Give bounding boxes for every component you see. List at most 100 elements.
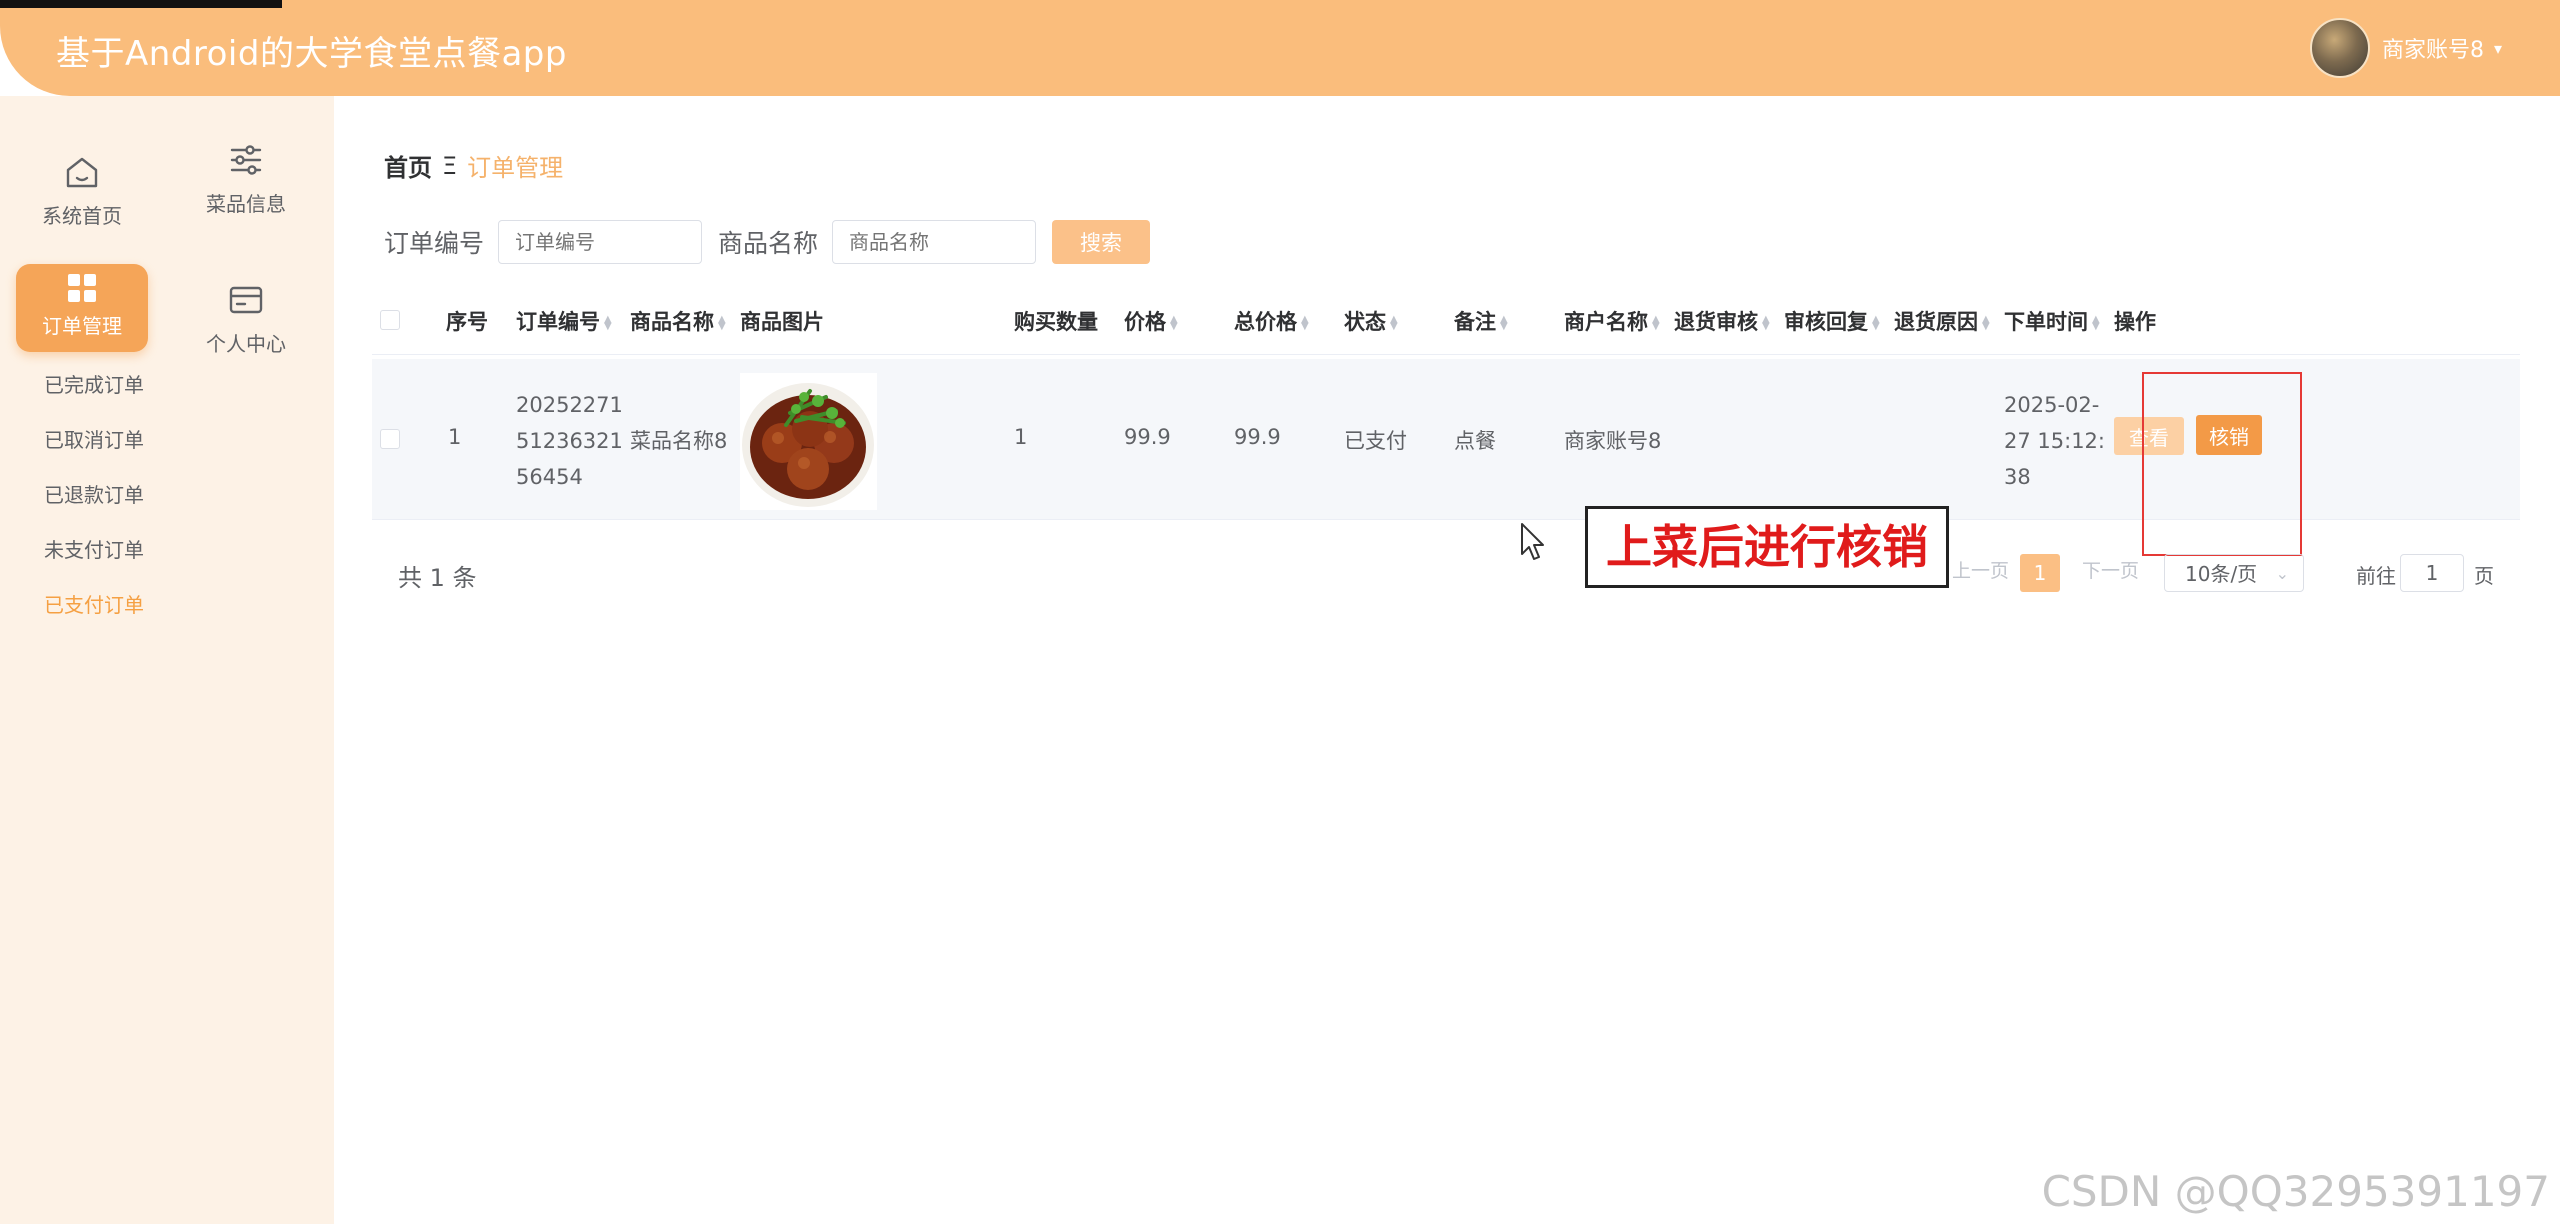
cell-status: 已支付	[1344, 429, 1407, 453]
column-refund-reason[interactable]: 退货原因 ▲ ▼	[1894, 306, 1990, 336]
order-no-input[interactable]	[498, 220, 703, 264]
top-black-strip	[0, 0, 282, 8]
goto-page-input[interactable]	[2400, 554, 2464, 592]
dish-name-label: 商品名称	[718, 229, 819, 258]
search-bar: 订单编号 商品名称 搜索	[384, 220, 1151, 264]
column-label: 下单时间	[2004, 310, 2088, 334]
submenu-refunded-orders[interactable]: 已退款订单	[44, 468, 144, 523]
column-status[interactable]: 状态 ▲ ▼	[1344, 306, 1398, 336]
home-icon	[62, 152, 102, 192]
column-label: 退货审核	[1674, 310, 1758, 334]
sort-icon[interactable]: ▲ ▼	[2092, 315, 2100, 332]
sidebar-item-label: 系统首页	[42, 204, 122, 228]
sliders-icon	[226, 140, 266, 180]
cell-quantity: 1	[1014, 425, 1028, 449]
order-no-line: 56454	[516, 465, 583, 489]
sidebar-item-personal-center[interactable]: 个人中心	[180, 280, 312, 357]
column-remark[interactable]: 备注 ▲ ▼	[1454, 306, 1508, 336]
order-time-line: 38	[2004, 465, 2031, 489]
sort-icon[interactable]: ▲ ▼	[1301, 315, 1309, 332]
table-header: 序号 订单编号 ▲ ▼ 商品名称 ▲ ▼ 商品图片 购买数量 价格 ▲ ▼ 总价格 ▲ ▼ 状态…	[372, 288, 2520, 355]
cell-index: 1	[448, 425, 462, 449]
sort-icon[interactable]: ▲ ▼	[1982, 315, 1990, 332]
chevron-down-icon[interactable]: ▾	[2494, 39, 2502, 58]
submenu-paid-orders[interactable]: 已支付订单	[44, 578, 144, 633]
cell-order-no: 20252271 51236321 56454	[516, 387, 623, 495]
column-label: 退货原因	[1894, 310, 1978, 334]
column-merchant[interactable]: 商户名称 ▲ ▼	[1564, 306, 1660, 336]
order-no-label: 订单编号	[384, 229, 485, 258]
mouse-cursor-icon	[1520, 522, 1546, 566]
cell-remark: 点餐	[1454, 429, 1496, 453]
breadcrumb-home[interactable]: 首页	[384, 148, 432, 183]
submenu-cancelled-orders[interactable]: 已取消订单	[44, 413, 144, 468]
search-button[interactable]: 搜索	[1052, 220, 1151, 264]
column-review-reply[interactable]: 审核回复 ▲ ▼	[1784, 306, 1880, 336]
sort-icon[interactable]: ▲ ▼	[1762, 315, 1770, 332]
order-no-line: 51236321	[516, 429, 623, 453]
dish-image[interactable]	[740, 373, 877, 510]
sort-icon[interactable]: ▲ ▼	[1500, 315, 1508, 332]
top-header: 基于Android的大学食堂点餐app	[0, 0, 2560, 96]
card-icon	[226, 280, 266, 320]
sort-icon[interactable]: ▲ ▼	[1652, 315, 1660, 332]
column-dish-name[interactable]: 商品名称 ▲ ▼	[630, 306, 726, 336]
select-all-checkbox[interactable]	[380, 310, 400, 330]
column-price[interactable]: 价格 ▲ ▼	[1124, 306, 1178, 336]
cell-order-time: 2025-02- 27 15:12: 38	[2004, 387, 2105, 495]
total-count: 共 1 条	[398, 564, 477, 592]
chevron-down-icon: ⌄	[2275, 564, 2289, 583]
cell-total: 99.9	[1234, 425, 1281, 449]
column-refund-review[interactable]: 退货审核 ▲ ▼	[1674, 306, 1770, 336]
page-size-value: 10条/页	[2185, 562, 2258, 586]
column-order-time[interactable]: 下单时间 ▲ ▼	[2004, 306, 2100, 336]
sort-icon[interactable]: ▲ ▼	[604, 315, 612, 332]
column-label: 商户名称	[1564, 310, 1648, 334]
user-menu[interactable]: 商家账号8 ▾	[2309, 18, 2502, 78]
user-name[interactable]: 商家账号8	[2382, 32, 2484, 64]
submenu-unpaid-orders[interactable]: 未支付订单	[44, 523, 144, 578]
highlight-box	[2142, 372, 2302, 556]
column-label: 审核回复	[1784, 310, 1868, 334]
sidebar-item-label: 个人中心	[206, 332, 286, 356]
column-label: 价格	[1124, 310, 1166, 334]
order-submenu: 已完成订单 已取消订单 已退款订单 未支付订单 已支付订单	[44, 358, 144, 633]
page-size-select[interactable]: 10条/页 ⌄	[2164, 554, 2304, 592]
breadcrumb-current: 订单管理	[467, 154, 564, 182]
column-quantity[interactable]: 购买数量	[1014, 306, 1098, 336]
cell-dish-name: 菜品名称8	[630, 429, 728, 453]
column-dish-image: 商品图片	[740, 310, 824, 334]
column-actions: 操作	[2114, 310, 2156, 334]
sort-icon[interactable]: ▲ ▼	[1390, 315, 1398, 332]
sort-icon[interactable]: ▲ ▼	[718, 315, 726, 332]
cell-price: 99.9	[1124, 425, 1171, 449]
goto-label: 前往	[2356, 564, 2396, 588]
column-total[interactable]: 总价格 ▲ ▼	[1234, 306, 1309, 336]
breadcrumb-separator: Ξ	[442, 151, 458, 180]
next-page-button[interactable]: 下一页	[2082, 556, 2139, 583]
cell-merchant: 商家账号8	[1564, 429, 1662, 453]
row-checkbox[interactable]	[380, 429, 400, 449]
sort-icon[interactable]: ▲ ▼	[1872, 315, 1880, 332]
column-order-no[interactable]: 订单编号 ▲ ▼	[516, 306, 612, 336]
dish-name-input[interactable]	[832, 220, 1037, 264]
goto-unit: 页	[2474, 564, 2494, 588]
breadcrumb: 首页 Ξ 订单管理	[384, 148, 563, 183]
column-index: 序号	[446, 310, 488, 334]
grid-icon	[66, 272, 98, 304]
watermark: CSDN @QQ3295391197	[2041, 1167, 2550, 1216]
sidebar-item-order-management[interactable]: 订单管理	[16, 264, 148, 352]
avatar[interactable]	[2309, 18, 2370, 78]
order-time-line: 2025-02-	[2004, 393, 2100, 417]
sidebar-item-label: 订单管理	[42, 314, 122, 338]
sort-icon[interactable]: ▲ ▼	[1170, 315, 1178, 332]
column-label: 订单编号	[516, 310, 600, 334]
submenu-completed-orders[interactable]: 已完成订单	[44, 358, 144, 413]
sidebar-item-dish-info[interactable]: 菜品信息	[180, 140, 312, 217]
page-number-current[interactable]: 1	[2020, 554, 2060, 592]
prev-page-button[interactable]: 上一页	[1952, 556, 2009, 583]
column-label: 总价格	[1234, 310, 1297, 334]
order-time-line: 27 15:12:	[2004, 429, 2105, 453]
sidebar-item-home[interactable]: 系统首页	[16, 152, 148, 229]
annotation-label: 上菜后进行核销	[1585, 506, 1949, 588]
